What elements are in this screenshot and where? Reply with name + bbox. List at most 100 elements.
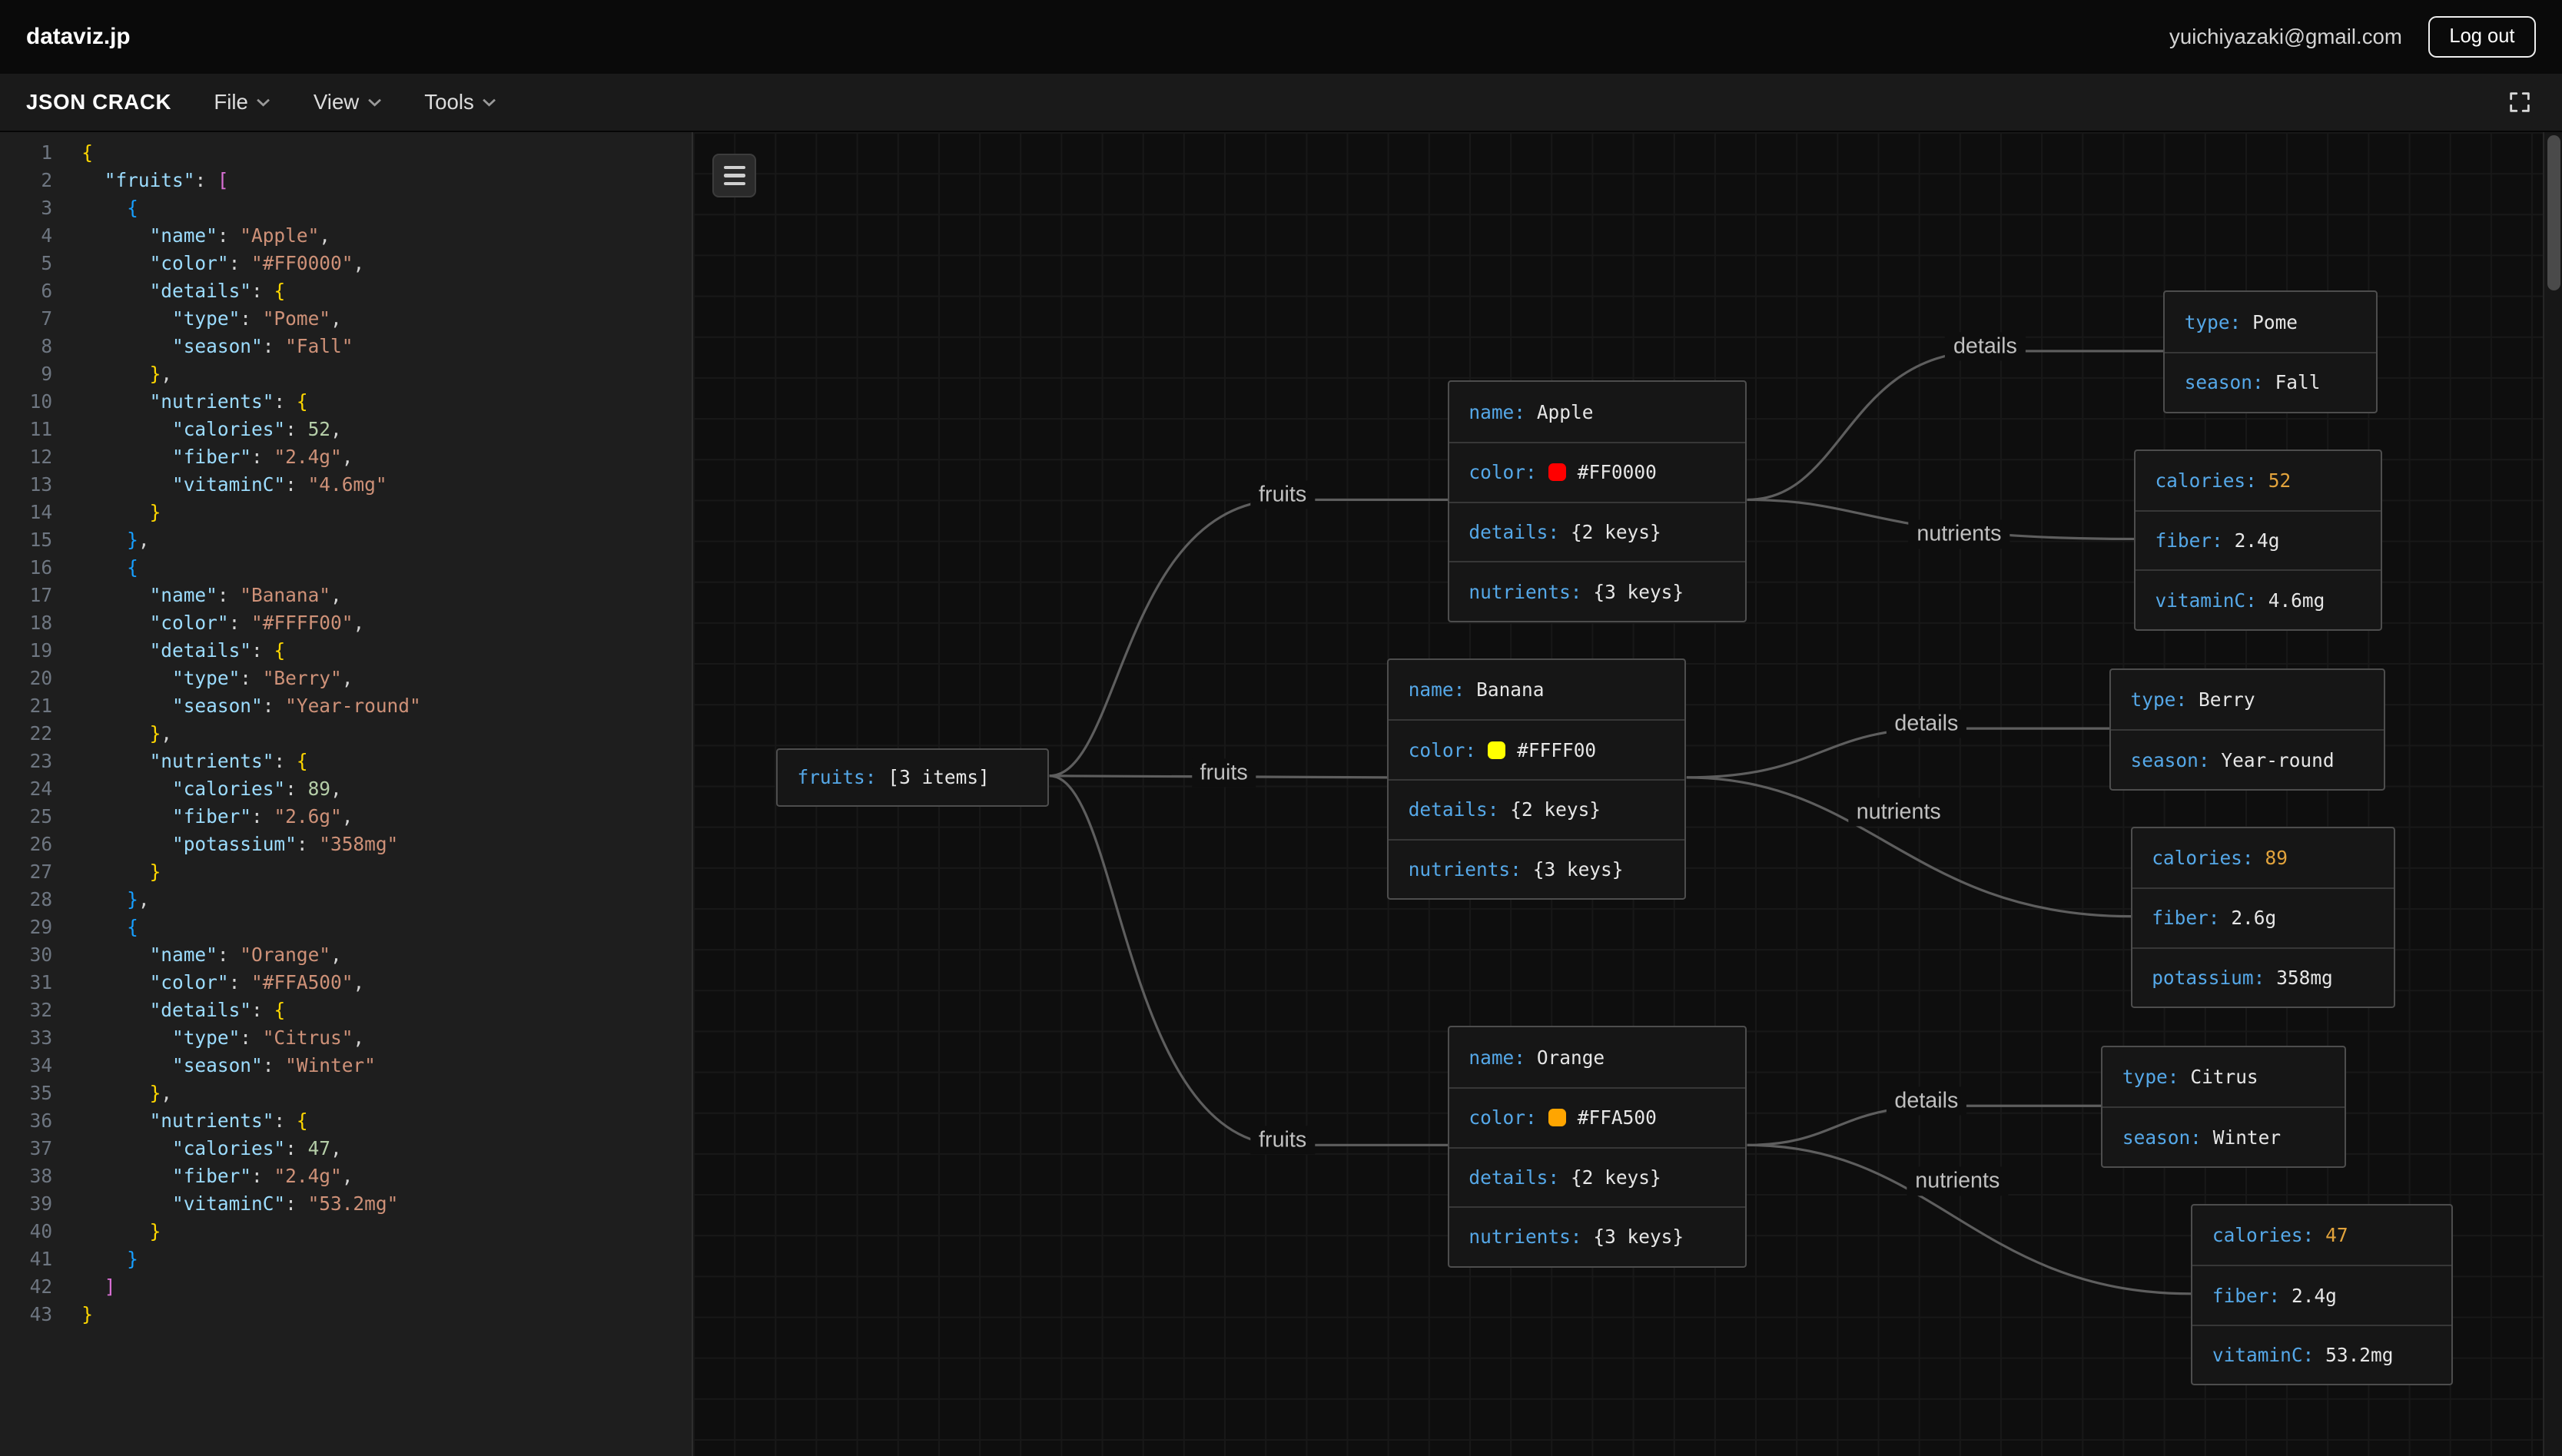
json-editor[interactable]: 1234567891011121314151617181920212223242… [0, 132, 693, 1455]
node-value: Year-round [2221, 749, 2334, 771]
menu-label: Tools [424, 90, 474, 114]
node-row-type: type:Berry [2111, 670, 2384, 730]
graph-menu-button[interactable] [712, 154, 756, 197]
code-line: ] [81, 1273, 420, 1301]
line-number: 11 [0, 416, 52, 443]
node-row-fiber: fiber: 2.6g [2132, 887, 2394, 947]
code-line: "fiber": "2.4g", [81, 1162, 420, 1190]
site-brand: dataviz.jp [26, 24, 131, 50]
code-line: "potassium": "358mg" [81, 831, 420, 858]
node-key: color: [1409, 739, 1476, 761]
code-line: "nutrients": { [81, 388, 420, 416]
code-line: "color": "#FF0000", [81, 250, 420, 277]
node-value: #FFA500 [1578, 1106, 1657, 1129]
node-apple-nutrients[interactable]: calories:52fiber:2.4gvitaminC:4.6mg [2134, 449, 2382, 631]
vertical-scrollbar[interactable] [2543, 132, 2562, 1455]
node-value: Orange [1537, 1046, 1605, 1069]
menu-tools[interactable]: Tools [424, 90, 496, 114]
node-row-name: name:Banana [1389, 660, 1684, 720]
code-line: { [81, 914, 420, 941]
topbar: dataviz.jp yuichiyazaki@gmail.com Log ou… [0, 0, 2562, 74]
code-line: "type": "Berry", [81, 665, 420, 692]
graph-canvas[interactable]: fruits:[3 items] name:Applecolor:#FF0000 d… [693, 132, 2543, 1455]
line-number: 29 [0, 914, 52, 941]
node-apple[interactable]: name:Applecolor:#FF0000details:{2 keys}n… [1448, 380, 1747, 622]
menu-view[interactable]: View [314, 90, 382, 114]
node-key: calories: [2152, 847, 2253, 869]
node-row-vitaminC: vitaminC:4.6mg [2136, 569, 2381, 629]
app-logo: JSON CRACK [26, 90, 171, 114]
line-number: 14 [0, 499, 52, 526]
node-row-season: season:Winter [2102, 1106, 2345, 1166]
editor-line-numbers: 1234567891011121314151617181920212223242… [0, 139, 62, 1456]
code-line: { [81, 139, 420, 167]
code-line: }, [81, 526, 420, 554]
fullscreen-button[interactable] [2504, 86, 2537, 119]
node-apple-details[interactable]: type:Pomeseason:Fall [2163, 290, 2378, 413]
node-banana-details[interactable]: type:Berry season: Year-round [2109, 668, 2385, 791]
line-number: 23 [0, 748, 52, 775]
node-value: 89 [2265, 847, 2287, 869]
hamburger-icon [724, 166, 745, 169]
node-banana-nutrients[interactable]: calories: 89 fiber: 2.6g potassium:358mg [2131, 827, 2395, 1008]
node-orange-details[interactable]: type:Citrusseason:Winter [2101, 1046, 2346, 1168]
editor-code[interactable]: { "fruits": [ { "name": "Apple", "color"… [62, 139, 421, 1456]
node-key: fiber: [2152, 907, 2219, 929]
code-line: "type": "Pome", [81, 305, 420, 333]
code-line: "season": "Fall" [81, 333, 420, 360]
node-row-fiber: fiber:2.4g [2192, 1265, 2451, 1324]
node-banana[interactable]: name:Bananacolor:#FFFF00details:{2 keys}… [1387, 658, 1686, 900]
scrollbar-thumb[interactable] [2547, 135, 2560, 290]
node-value: [3 items] [888, 766, 989, 788]
node-row-calories: calories:47 [2192, 1206, 2451, 1265]
node-row-type: type:Citrus [2102, 1047, 2345, 1107]
line-number: 30 [0, 941, 52, 969]
menubar: JSON CRACK File View Tools [0, 74, 2562, 133]
line-number: 16 [0, 554, 52, 582]
chevron-down-icon [367, 98, 382, 108]
line-number: 42 [0, 1273, 52, 1301]
code-line: "calories": 89, [81, 775, 420, 803]
node-value: Fall [2275, 371, 2321, 393]
code-line: } [81, 1245, 420, 1273]
node-root[interactable]: fruits:[3 items] [776, 748, 1049, 807]
edge-banana-banana-details [1686, 728, 2109, 778]
node-key: nutrients: [1409, 858, 1522, 881]
color-swatch [1548, 1109, 1566, 1126]
node-value: #FFFF00 [1517, 739, 1596, 761]
node-key: calories: [2212, 1224, 2314, 1246]
node-key: season: [2131, 749, 2210, 771]
node-key: name: [1469, 1046, 1525, 1069]
node-row-potassium: potassium:358mg [2132, 947, 2394, 1007]
node-value: Winter [2213, 1126, 2281, 1149]
code-line: "calories": 47, [81, 1135, 420, 1162]
line-number: 24 [0, 775, 52, 803]
color-swatch [1488, 741, 1505, 759]
node-orange-nutrients[interactable]: calories:47fiber:2.4gvitaminC:53.2mg [2191, 1204, 2452, 1385]
node-key: vitaminC: [2155, 589, 2256, 612]
node-value: Banana [1476, 678, 1544, 701]
node-key: details: [1469, 521, 1559, 543]
code-line: "color": "#FFA500", [81, 969, 420, 997]
line-number: 19 [0, 637, 52, 665]
node-orange[interactable]: name:Orangecolor:#FFA500details:{2 keys}… [1448, 1026, 1747, 1267]
line-number: 4 [0, 222, 52, 250]
line-number: 41 [0, 1245, 52, 1273]
line-number: 13 [0, 471, 52, 499]
node-row-name: name:Apple [1449, 382, 1745, 442]
node-row-color: color:#FF0000 [1449, 442, 1745, 502]
node-value: 2.6g [2231, 907, 2276, 929]
node-value: {3 keys} [1593, 1225, 1684, 1248]
node-value: 53.2mg [2325, 1344, 2393, 1366]
line-number: 2 [0, 167, 52, 194]
node-value: 52 [2268, 469, 2291, 492]
line-number: 35 [0, 1080, 52, 1107]
node-row-details: details:{2 keys} [1449, 1147, 1745, 1207]
line-number: 26 [0, 831, 52, 858]
node-row-fruits: fruits:[3 items] [778, 750, 1047, 805]
node-row-nutrients: nutrients:{3 keys} [1449, 561, 1745, 621]
node-key: fiber: [2212, 1285, 2280, 1307]
logout-button[interactable]: Log out [2428, 16, 2536, 58]
menu-file[interactable]: File [214, 90, 270, 114]
code-line: "season": "Year-round" [81, 692, 420, 720]
